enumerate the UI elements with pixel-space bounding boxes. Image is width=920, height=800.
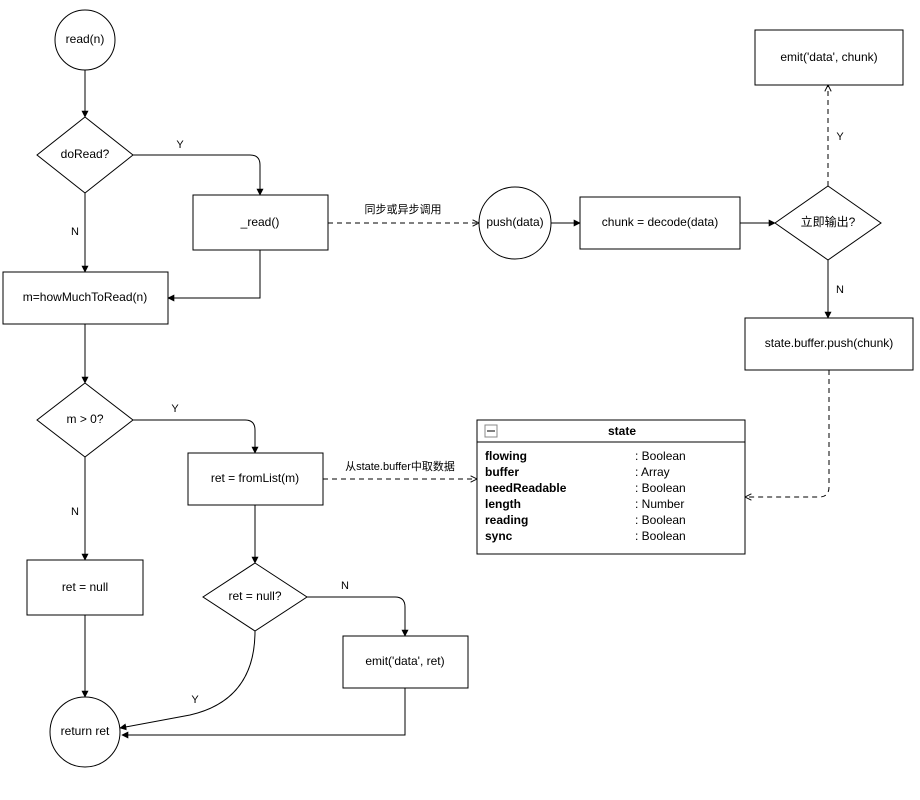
node-howMuch-label: m=howMuchToRead(n) bbox=[23, 290, 147, 304]
flowchart: read(n) doRead? Y _read() N 同步或异步调用 m=ho… bbox=[0, 0, 920, 800]
state-field-2-type: : Boolean bbox=[635, 481, 686, 495]
node-doRead-label: doRead? bbox=[61, 147, 110, 161]
edge-doRead-n-label: N bbox=[71, 226, 79, 238]
node-retNullQ-label: ret = null? bbox=[228, 589, 281, 603]
node-state-title: state bbox=[608, 424, 636, 438]
node-readImpl-label: _read() bbox=[240, 215, 280, 229]
node-returnRet-label: return ret bbox=[61, 724, 110, 738]
node-mgt0-label: m > 0? bbox=[66, 412, 103, 426]
edge-doRead-y-label: Y bbox=[176, 139, 184, 151]
edge-emitNow-n-label: N bbox=[836, 284, 844, 296]
edge-retNullQ-n bbox=[307, 597, 405, 636]
state-field-5-type: : Boolean bbox=[635, 529, 686, 543]
edge-retNullQ-y-label: Y bbox=[191, 694, 199, 706]
state-field-5-name: sync bbox=[485, 529, 513, 543]
edge-fromList-state-label: 从state.buffer中取数据 bbox=[345, 459, 455, 473]
node-decode-label: chunk = decode(data) bbox=[602, 215, 718, 229]
edge-emitRet-return bbox=[122, 688, 405, 735]
edge-readImpl-push-label: 同步或异步调用 bbox=[365, 203, 442, 216]
edge-mgt0-y bbox=[133, 420, 255, 453]
edge-mgt0-y-label: Y bbox=[171, 403, 179, 415]
state-field-2-name: needReadable bbox=[485, 481, 567, 495]
state-field-1-name: buffer bbox=[485, 465, 519, 479]
state-field-4-type: : Boolean bbox=[635, 513, 686, 527]
node-state: state flowing : Boolean buffer : Array n… bbox=[477, 420, 745, 554]
edge-readImpl-howMuch bbox=[168, 250, 260, 298]
state-field-1-type: : Array bbox=[635, 465, 670, 479]
state-field-3-name: length bbox=[485, 497, 521, 511]
node-emitNow-label: 立即输出? bbox=[801, 214, 856, 229]
edge-retNullQ-n-label: N bbox=[341, 580, 349, 592]
state-field-0-type: : Boolean bbox=[635, 449, 686, 463]
state-field-4-name: reading bbox=[485, 513, 528, 527]
state-field-3-type: : Number bbox=[635, 497, 684, 511]
edge-emitNow-y-label: Y bbox=[836, 131, 844, 143]
node-emitRet-label: emit('data', ret) bbox=[365, 654, 444, 668]
node-emitChunk-label: emit('data', chunk) bbox=[780, 50, 877, 64]
edge-doRead-y bbox=[133, 155, 260, 195]
node-readn-label: read(n) bbox=[66, 32, 105, 46]
edge-mgt0-n-label: N bbox=[71, 506, 79, 518]
node-retNull-label: ret = null bbox=[62, 580, 108, 594]
edge-bufferPush-state bbox=[745, 370, 829, 497]
node-pushData-label: push(data) bbox=[486, 215, 543, 229]
state-field-0-name: flowing bbox=[485, 449, 527, 463]
node-fromList-label: ret = fromList(m) bbox=[211, 471, 299, 485]
edge-retNullQ-y bbox=[120, 631, 255, 728]
node-bufferPush-label: state.buffer.push(chunk) bbox=[765, 336, 894, 350]
